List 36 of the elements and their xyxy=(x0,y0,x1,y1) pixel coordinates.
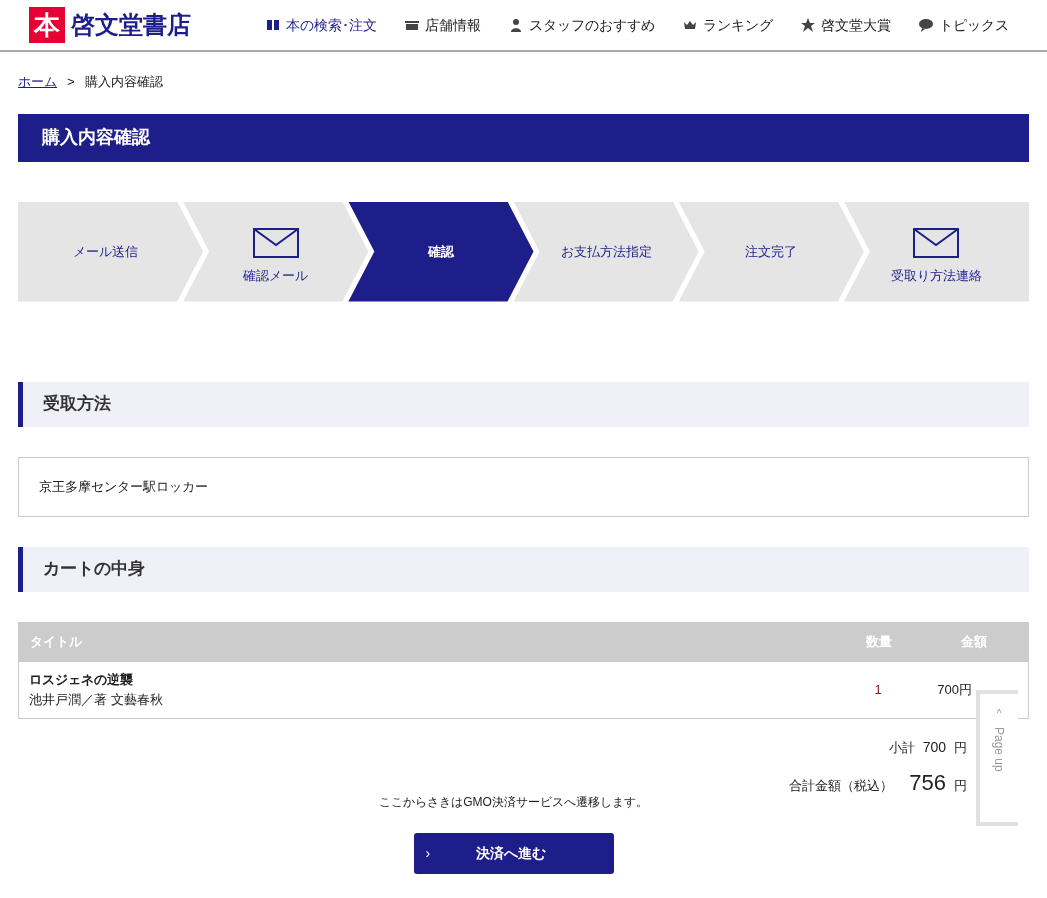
quantity-cell-text: 1 xyxy=(873,680,883,699)
store-icon xyxy=(405,18,419,32)
book-title: ロスジェネの逆襲 xyxy=(29,671,134,689)
total-label: 合計金額（税込） xyxy=(789,776,894,795)
nav-link[interactable]: 本の検索･注文 xyxy=(266,14,377,36)
mail-icon xyxy=(252,227,299,258)
subtotal-label: 小計 xyxy=(888,738,915,757)
pickup-method-value: 京王多摩センター駅ロッカー xyxy=(18,456,1029,517)
star-icon xyxy=(801,18,815,32)
section-heading: カートの中身 xyxy=(18,546,1029,592)
nav-link[interactable]: 啓文堂大賞 xyxy=(801,14,891,36)
breadcrumb-home-link[interactable]: ホーム xyxy=(18,72,57,92)
subtotal-unit: 円 xyxy=(954,738,967,757)
nav-link[interactable]: 店舗情報 xyxy=(405,14,481,36)
price-cell-text: 700円 xyxy=(936,680,973,699)
total-amount: 756 xyxy=(909,768,946,797)
nav-link[interactable]: スタッフのおすすめ xyxy=(509,14,655,36)
redirect-notice: ここからさきはGMO決済サービスへ遷移します。 xyxy=(378,793,649,811)
book-author: 池井戸潤／著 文藝春秋 xyxy=(29,690,164,709)
section-heading: 受取方法 xyxy=(18,381,1029,427)
mail-icon xyxy=(913,227,960,258)
breadcrumb-current: 購入内容確認 xyxy=(84,73,163,91)
nav-link[interactable]: ランキング xyxy=(683,14,773,36)
logo-mark[interactable]: 本 xyxy=(29,7,65,43)
book-icon xyxy=(266,18,280,32)
page-title: 購入内容確認 xyxy=(18,113,1029,162)
total-unit: 円 xyxy=(954,776,967,795)
person-icon xyxy=(509,18,523,32)
proceed-to-payment-button[interactable]: › 決済へ進む xyxy=(413,832,614,874)
progress-step: 受取り方法連絡 xyxy=(843,201,1030,302)
chat-icon xyxy=(919,18,933,32)
breadcrumb-separator: > xyxy=(67,73,75,91)
logo-text[interactable]: 啓文堂書店 xyxy=(71,13,191,37)
page-up-button[interactable]: ^ Page up xyxy=(976,690,1018,826)
subtotal-amount: 700 xyxy=(922,737,946,757)
nav-link[interactable]: トピックス xyxy=(919,14,1009,36)
